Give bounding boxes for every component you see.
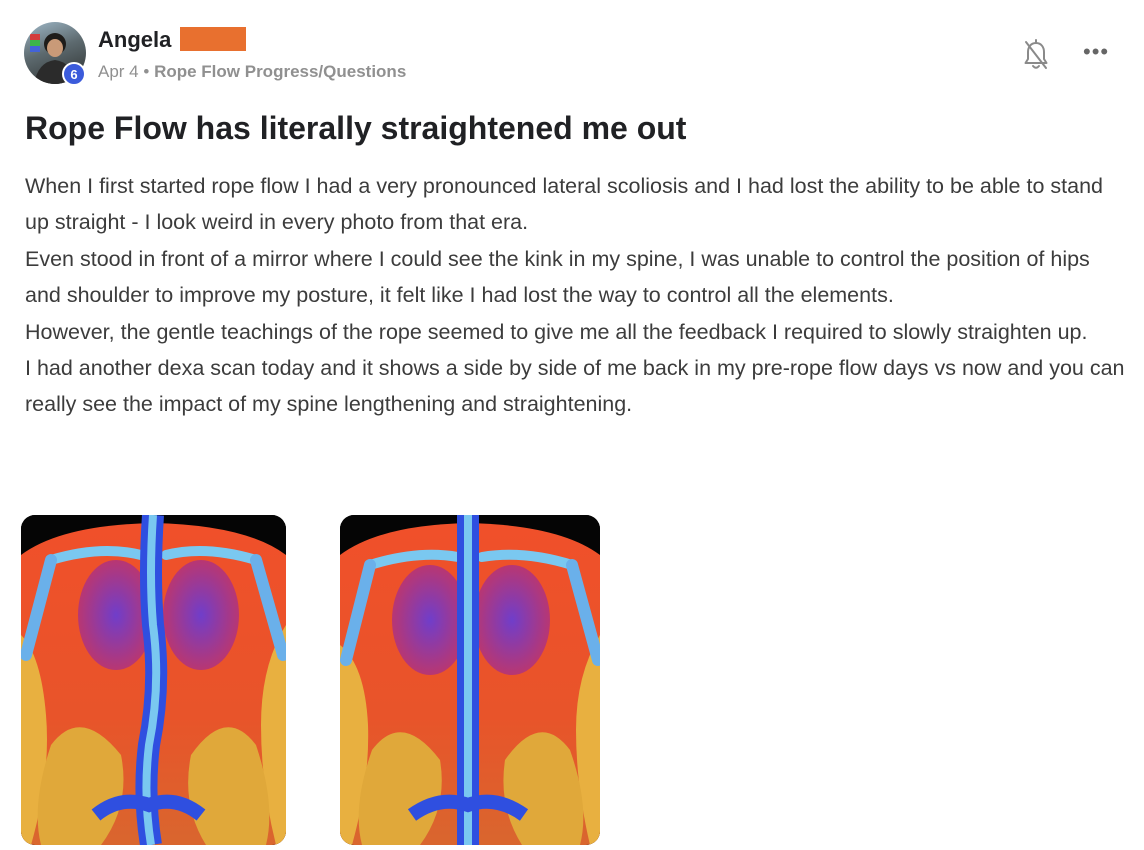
paragraph: I had another dexa scan today and it sho… bbox=[25, 356, 1125, 417]
paragraph: When I first started rope flow I had a v… bbox=[25, 174, 1103, 235]
dexa-scan-before-image[interactable] bbox=[21, 515, 286, 845]
post-date[interactable]: Apr 4 bbox=[98, 62, 139, 81]
meta-separator: • bbox=[143, 62, 150, 81]
more-options-button[interactable]: ••• bbox=[1083, 40, 1113, 64]
post-title: Rope Flow has literally straightened me … bbox=[25, 110, 687, 146]
post-meta: Apr 4 • Rope Flow Progress/Questions bbox=[98, 62, 406, 82]
bell-off-icon[interactable] bbox=[1022, 38, 1050, 72]
author-name[interactable]: Angela bbox=[98, 27, 171, 53]
category-link[interactable]: Rope Flow Progress/Questions bbox=[154, 62, 406, 81]
post-body: When I first started rope flow I had a v… bbox=[25, 168, 1125, 423]
level-badge: 6 bbox=[62, 62, 86, 86]
dexa-scan-after-image[interactable] bbox=[340, 515, 600, 845]
redaction-block bbox=[180, 27, 246, 51]
post-card: 6 Angela Apr 4 • Rope Flow Progress/Ques… bbox=[0, 0, 1144, 850]
paragraph: Even stood in front of a mirror where I … bbox=[25, 246, 1090, 308]
paragraph: However, the gentle teachings of the rop… bbox=[25, 319, 1088, 344]
